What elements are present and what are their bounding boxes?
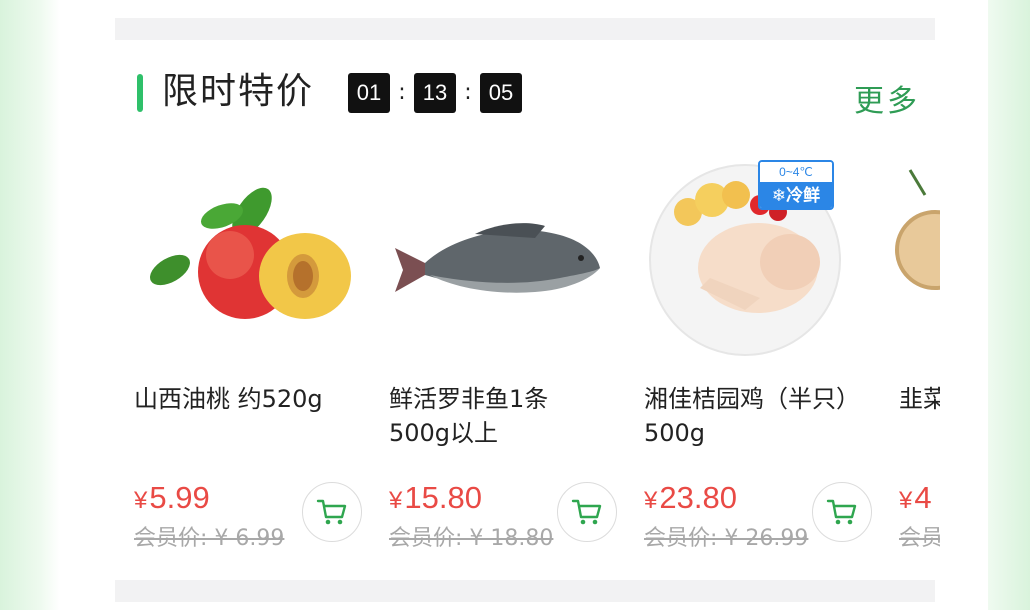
product-price: ¥23.80 [644,480,737,515]
product-card[interactable]: 鲜活罗非鱼1条 500g以上 ¥15.80 会员价: ¥ 18.80 [385,150,625,551]
product-price: ¥4 [899,480,932,515]
bottom-divider [115,580,935,602]
cart-icon [316,499,347,525]
vegetable-basket-image [895,169,940,290]
product-name: 鲜活罗非鱼1条 500g以上 [389,385,549,447]
flash-sale-card: 限时特价 01 : 13 : 05 更多 山西油桃 约520g ¥5.99 会员… [60,0,988,610]
timer-separator: : [464,80,472,105]
product-name: 湘佳桔园鸡（半只） 500g [644,385,860,447]
product-card[interactable]: 韭菜 ¥4 会员 [895,150,940,550]
add-to-cart-button[interactable] [812,482,872,542]
product-card[interactable]: 山西油桃 约520g ¥5.99 会员价: ¥ 6.99 [130,150,370,551]
badge-temperature: 0~4℃ [760,162,832,182]
product-name: 韭菜 [899,385,940,413]
timer-minutes: 13 [414,73,456,113]
add-to-cart-button[interactable] [302,482,362,542]
product-card[interactable]: 0~4℃ ❄冷鲜 湘佳桔园鸡（半只） 500g ¥23.80 会员价: ¥ 26… [640,150,880,551]
tilapia-image [395,223,600,293]
timer-seconds: 05 [480,73,522,113]
more-link[interactable]: 更多 [854,76,920,120]
section-accent-bar [137,74,143,112]
cart-icon [571,499,602,525]
member-price: 会员价: ¥ 26.99 [644,526,809,551]
section-title: 限时特价 [162,71,315,112]
badge-label: ❄冷鲜 [760,182,832,208]
product-price: ¥15.80 [389,480,482,515]
chicken-image [649,164,841,356]
product-price: ¥5.99 [134,480,210,515]
product-name: 山西油桃 约520g [134,385,323,413]
timer-hours: 01 [348,73,390,113]
nectarine-image [150,187,351,319]
member-price: 会员 [899,526,940,550]
add-to-cart-button[interactable] [557,482,617,542]
countdown-timer: 01 : 13 : 05 [348,73,522,113]
cart-icon [826,499,857,525]
timer-separator: : [398,80,406,105]
chilled-badge: 0~4℃ ❄冷鲜 [758,160,834,210]
top-divider [115,18,935,40]
member-price: 会员价: ¥ 6.99 [134,526,285,551]
member-price: 会员价: ¥ 18.80 [389,526,554,551]
